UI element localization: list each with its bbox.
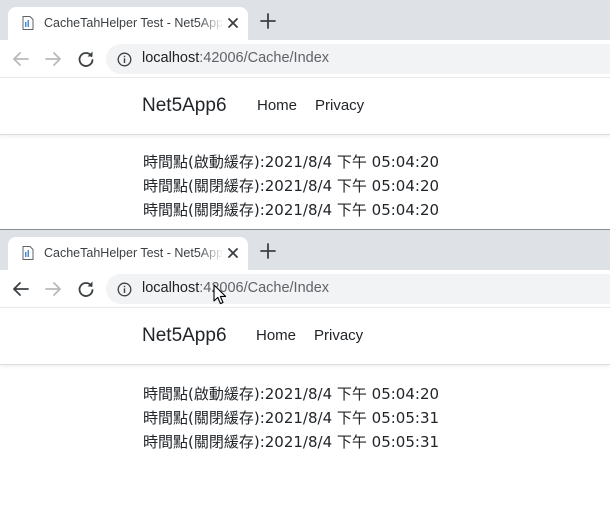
page-favicon-icon: [22, 246, 34, 260]
back-arrow-icon[interactable]: [11, 279, 31, 299]
timestamp-list: 時間點(啟動緩存):2021/8/4 下午 05:04:20 時間點(關閉緩存)…: [143, 150, 439, 222]
address-bar[interactable]: localhost:42006/Cache/Index: [106, 274, 610, 304]
back-arrow-icon[interactable]: [11, 49, 31, 69]
timestamp-line: 時間點(關閉緩存):2021/8/4 下午 05:05:31: [143, 433, 440, 451]
page-favicon-icon: [22, 16, 34, 30]
browser-screenshot-after: CacheTahHelper Test - Net5App6 localhost…: [0, 230, 610, 510]
timestamp-line: 時間點(啟動緩存):2021/8/4 下午 05:04:20: [143, 153, 440, 171]
reload-icon[interactable]: [76, 279, 96, 299]
info-icon[interactable]: [117, 52, 132, 67]
timestamp-line: 時間點(關閉緩存):2021/8/4 下午 05:05:31: [143, 409, 440, 427]
timestamp-list: 時間點(啟動緩存):2021/8/4 下午 05:04:20 時間點(關閉緩存)…: [143, 382, 439, 454]
site-brand[interactable]: Net5App6: [142, 325, 227, 347]
nav-privacy-link[interactable]: Privacy: [314, 327, 363, 344]
browser-tab[interactable]: CacheTahHelper Test - Net5App6: [8, 237, 248, 270]
nav-privacy-link[interactable]: Privacy: [315, 97, 364, 114]
plus-icon[interactable]: [259, 242, 277, 260]
browser-toolbar: localhost:42006/Cache/Index: [0, 270, 610, 307]
nav-home-link[interactable]: Home: [257, 97, 297, 114]
tab-strip: CacheTahHelper Test - Net5App6: [0, 0, 610, 40]
timestamp-line: 時間點(關閉緩存):2021/8/4 下午 05:04:20: [143, 177, 440, 195]
close-icon[interactable]: [226, 16, 240, 30]
timestamp-line: 時間點(啟動緩存):2021/8/4 下午 05:04:20: [143, 385, 440, 403]
forward-arrow-icon[interactable]: [43, 279, 63, 299]
tab-strip: CacheTahHelper Test - Net5App6: [0, 230, 610, 270]
timestamp-line: 時間點(關閉緩存):2021/8/4 下午 05:04:20: [143, 201, 440, 219]
tab-title: CacheTahHelper Test - Net5App6: [44, 246, 222, 260]
reload-icon[interactable]: [76, 49, 96, 69]
plus-icon[interactable]: [259, 12, 277, 30]
site-brand[interactable]: Net5App6: [142, 95, 227, 117]
address-bar[interactable]: localhost:42006/Cache/Index: [106, 44, 610, 74]
close-icon[interactable]: [226, 246, 240, 260]
url-text[interactable]: localhost:42006/Cache/Index: [142, 50, 329, 66]
mouse-cursor-icon: [213, 284, 227, 305]
browser-tab[interactable]: CacheTahHelper Test - Net5App6: [8, 7, 248, 40]
site-navbar: Net5App6 Home Privacy: [0, 77, 610, 135]
site-navbar: Net5App6 Home Privacy: [0, 307, 610, 365]
tab-title: CacheTahHelper Test - Net5App6: [44, 16, 222, 30]
forward-arrow-icon[interactable]: [43, 49, 63, 69]
browser-toolbar: localhost:42006/Cache/Index: [0, 40, 610, 77]
browser-screenshot-before: CacheTahHelper Test - Net5App6 localhost…: [0, 0, 610, 229]
url-text[interactable]: localhost:42006/Cache/Index: [142, 280, 329, 296]
nav-home-link[interactable]: Home: [256, 327, 296, 344]
info-icon[interactable]: [117, 282, 132, 297]
